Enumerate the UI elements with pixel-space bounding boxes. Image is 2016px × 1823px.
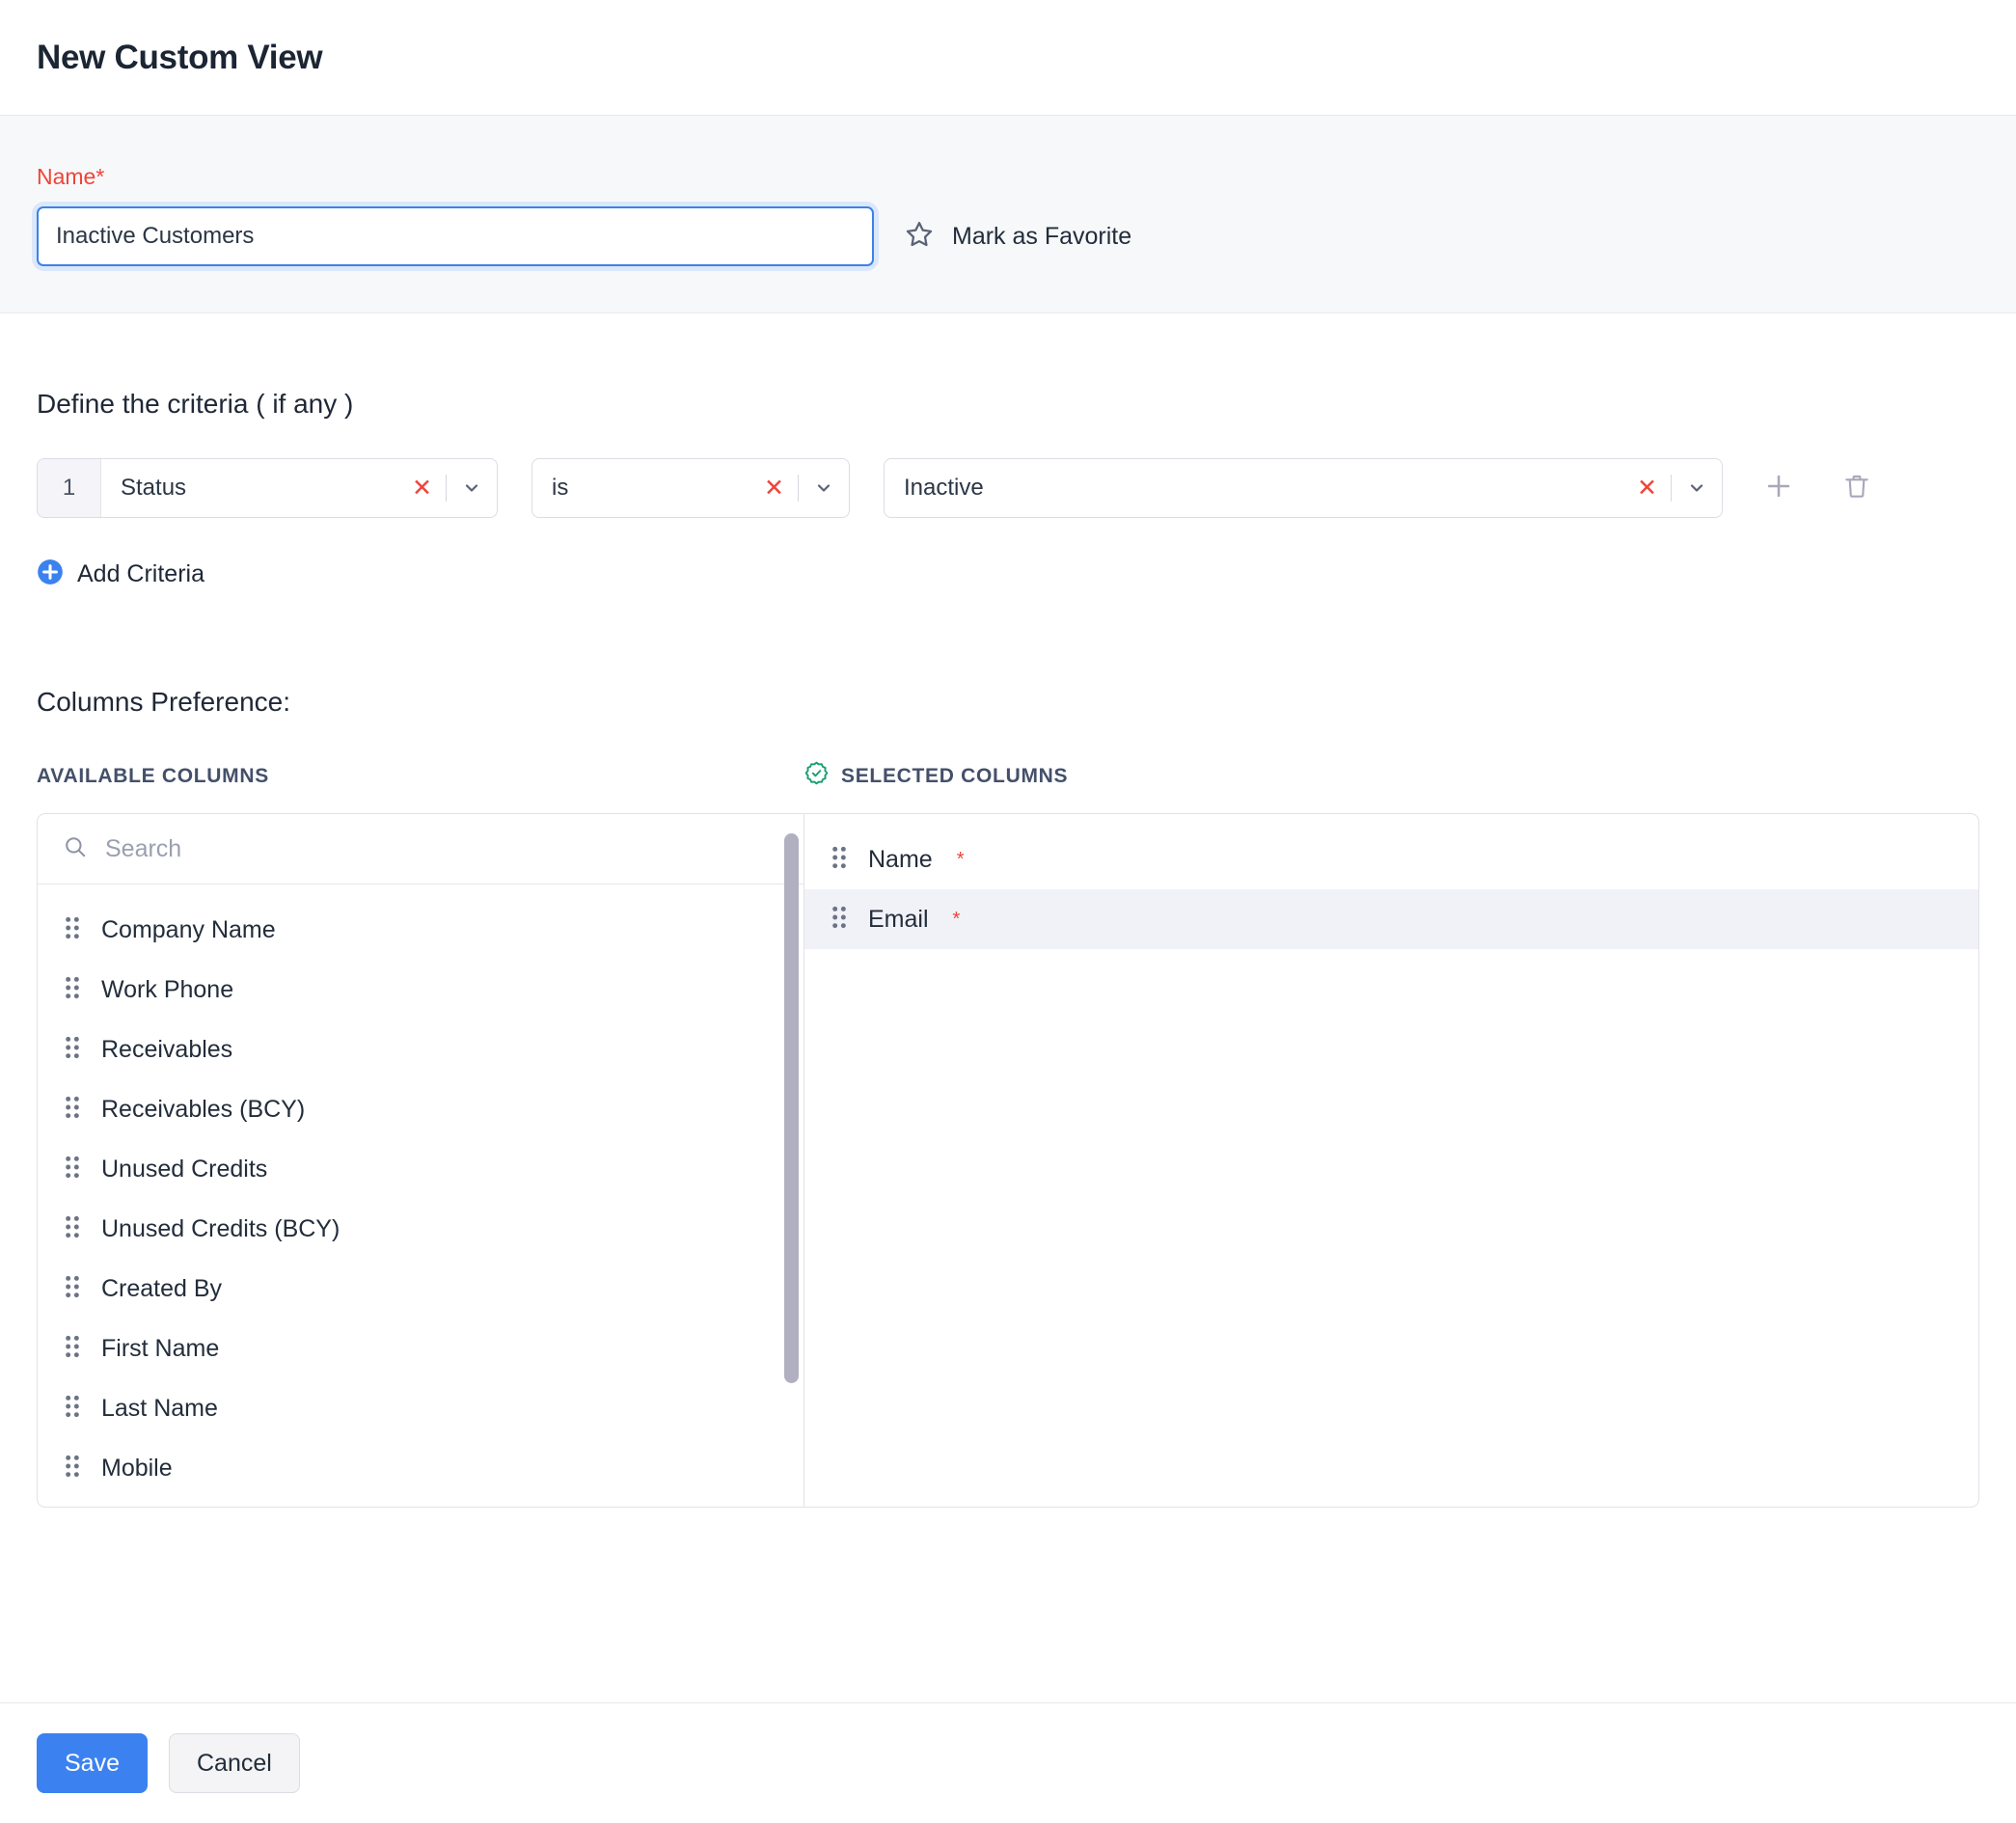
search-icon: [63, 834, 88, 864]
criteria-value-clear-icon[interactable]: ✕: [1623, 476, 1671, 501]
dialog-header: New Custom View: [0, 0, 2016, 116]
list-item-label: Last Name: [101, 1395, 218, 1423]
selected-columns-panel: Name * Email *: [804, 814, 1978, 1507]
drag-handle-icon[interactable]: [830, 845, 849, 875]
criteria-field-clear-icon[interactable]: ✕: [398, 476, 446, 501]
criteria-operator-chevron-down-icon[interactable]: [799, 478, 849, 498]
list-item-label: Name: [868, 846, 933, 874]
available-columns-header-label: AVAILABLE COLUMNS: [37, 765, 269, 788]
delete-criteria-row-button[interactable]: [1835, 466, 1879, 510]
list-item-label: Created By: [101, 1275, 222, 1303]
list-item-label: Email: [868, 906, 929, 934]
trash-icon: [1841, 471, 1872, 506]
search-input[interactable]: [105, 835, 778, 863]
list-item-label: Company Name: [101, 916, 276, 944]
available-columns-scrollbar[interactable]: [784, 833, 799, 1383]
selected-columns-list: Name * Email *: [804, 814, 1978, 949]
criteria-value-text: Inactive: [904, 475, 1623, 502]
page-title: New Custom View: [37, 39, 322, 77]
selected-columns-header: SELECTED COLUMNS: [804, 760, 1068, 792]
criteria-field-select[interactable]: 1 Status ✕: [37, 458, 498, 518]
available-columns-header: AVAILABLE COLUMNS: [37, 760, 804, 792]
list-item[interactable]: Mobile: [38, 1438, 804, 1498]
columns-panels: Company Name Work Phone Receivables Receiva…: [37, 813, 1979, 1508]
drag-handle-icon[interactable]: [63, 975, 82, 1005]
dialog-footer: Save Cancel: [0, 1702, 2016, 1823]
add-criteria-button[interactable]: Add Criteria: [37, 558, 204, 590]
drag-handle-icon[interactable]: [63, 1155, 82, 1184]
drag-handle-icon[interactable]: [63, 1394, 82, 1424]
drag-handle-icon[interactable]: [63, 1274, 82, 1304]
criteria-field-value: Status: [121, 475, 398, 502]
criteria-field-inner: Status ✕: [101, 459, 497, 517]
criteria-operator-inner: is ✕: [532, 459, 849, 517]
dialog-body: Define the criteria ( if any ) 1 Status …: [0, 389, 2016, 1508]
name-section: Name* Mark as Favorite: [0, 116, 2016, 313]
available-columns-panel: Company Name Work Phone Receivables Receiva…: [38, 814, 804, 1507]
list-item[interactable]: Name *: [804, 830, 1978, 889]
criteria-operator-select[interactable]: is ✕: [531, 458, 850, 518]
criteria-value-inner: Inactive ✕: [885, 459, 1722, 517]
list-item[interactable]: Last Name: [38, 1378, 804, 1438]
add-criteria-row-button[interactable]: [1757, 466, 1801, 510]
list-item[interactable]: Created By: [38, 1259, 804, 1319]
list-item[interactable]: Work Phone: [38, 960, 804, 1020]
list-item-label: Unused Credits (BCY): [101, 1215, 340, 1243]
criteria-value-chevron-down-icon[interactable]: [1672, 478, 1722, 498]
available-columns-list: Company Name Work Phone Receivables Receiva…: [38, 884, 804, 1507]
list-item-label: First Name: [101, 1335, 219, 1363]
columns-headers: AVAILABLE COLUMNS SELECTED COLUMNS: [37, 760, 1979, 792]
mark-as-favorite-label: Mark as Favorite: [952, 223, 1131, 251]
name-input-wrapper: [37, 206, 874, 266]
list-item[interactable]: First Name: [38, 1319, 804, 1378]
mark-as-favorite-toggle[interactable]: Mark as Favorite: [903, 218, 1131, 256]
criteria-operator-value: is: [552, 475, 750, 502]
criteria-section-title: Define the criteria ( if any ): [37, 389, 1979, 420]
list-item[interactable]: Unused Credits: [38, 1139, 804, 1199]
criteria-row: 1 Status ✕ is ✕: [37, 458, 1979, 518]
name-field-label: Name*: [37, 164, 1979, 190]
drag-handle-icon[interactable]: [830, 905, 849, 935]
list-item[interactable]: Receivables: [38, 1020, 804, 1079]
list-item-label: Receivables: [101, 1036, 232, 1064]
list-item-label: Receivables (BCY): [101, 1096, 305, 1124]
custom-view-dialog: New Custom View Name* Mark as Favorite D…: [0, 0, 2016, 1823]
star-outline-icon: [903, 218, 936, 256]
view-name-input[interactable]: [37, 206, 874, 266]
add-criteria-label: Add Criteria: [77, 560, 204, 588]
criteria-field-chevron-down-icon[interactable]: [447, 478, 497, 498]
list-item[interactable]: Unused Credits (BCY): [38, 1199, 804, 1259]
drag-handle-icon[interactable]: [63, 915, 82, 945]
required-asterisk: *: [953, 909, 961, 931]
drag-handle-icon[interactable]: [63, 1214, 82, 1244]
required-asterisk: *: [957, 849, 965, 871]
list-item[interactable]: Company Name: [38, 900, 804, 960]
list-item[interactable]: Email *: [804, 889, 1978, 949]
cancel-button[interactable]: Cancel: [169, 1733, 300, 1793]
drag-handle-icon[interactable]: [63, 1095, 82, 1125]
criteria-row-index: 1: [38, 459, 101, 517]
criteria-value-select[interactable]: Inactive ✕: [884, 458, 1723, 518]
drag-handle-icon[interactable]: [63, 1454, 82, 1483]
criteria-operator-clear-icon[interactable]: ✕: [750, 476, 798, 501]
columns-preference-title: Columns Preference:: [37, 687, 1979, 718]
list-item[interactable]: Receivables (BCY): [38, 1079, 804, 1139]
search-row: [38, 814, 804, 884]
drag-handle-icon[interactable]: [63, 1334, 82, 1364]
selected-columns-header-label: SELECTED COLUMNS: [841, 765, 1068, 788]
plus-circle-icon: [37, 558, 64, 590]
scrollbar-thumb[interactable]: [784, 833, 799, 1383]
list-item-label: Unused Credits: [101, 1156, 267, 1184]
name-row: Mark as Favorite: [37, 206, 1979, 266]
badge-check-icon: [804, 760, 830, 792]
list-item-label: Work Phone: [101, 976, 233, 1004]
save-button[interactable]: Save: [37, 1733, 148, 1793]
list-item-label: Mobile: [101, 1455, 173, 1483]
drag-handle-icon[interactable]: [63, 1035, 82, 1065]
plus-icon: [1762, 470, 1795, 507]
